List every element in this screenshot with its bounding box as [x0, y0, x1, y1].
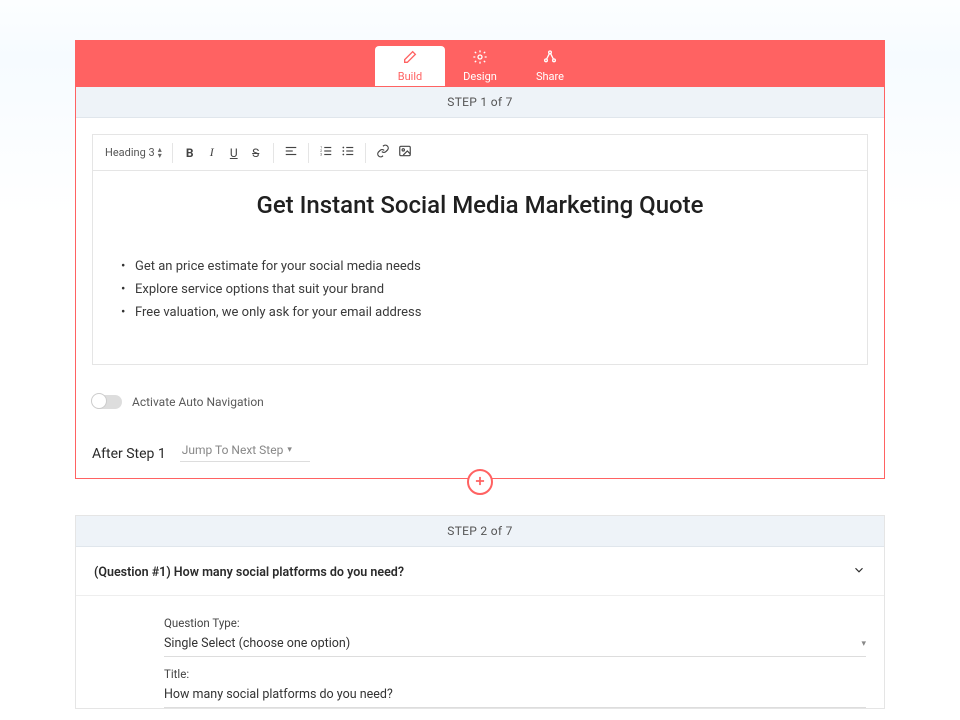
bold-button[interactable]: B — [179, 142, 201, 164]
bullet-list-icon — [341, 144, 355, 161]
editor-content[interactable]: Get Instant Social Media Marketing Quote… — [93, 171, 867, 364]
jump-dropdown-label: Jump To Next Step — [182, 443, 284, 457]
strike-button[interactable]: S — [245, 142, 267, 164]
question-body: Question Type: Single Select (choose one… — [76, 596, 884, 708]
list-item: Get an price estimate for your social me… — [121, 255, 839, 278]
svg-text:3: 3 — [320, 153, 322, 157]
step2-header: STEP 2 of 7 — [76, 516, 884, 547]
link-button[interactable] — [372, 142, 394, 164]
qtype-select[interactable]: Single Select (choose one option) ▾ — [164, 632, 866, 657]
ordered-list-icon: 123 — [319, 144, 333, 161]
plus-icon — [473, 473, 487, 492]
bullet-list-button[interactable] — [337, 142, 359, 164]
title-value: How many social platforms do you need? — [164, 687, 393, 702]
qtype-value: Single Select (choose one option) — [164, 636, 350, 651]
after-step-label: After Step 1 — [92, 446, 166, 462]
caret-updown-icon: ▴▾ — [158, 147, 162, 159]
title-input[interactable]: How many social platforms do you need? — [164, 683, 866, 708]
ordered-list-button[interactable]: 123 — [315, 142, 337, 164]
list-item: Free valuation, we only ask for your ema… — [121, 301, 839, 324]
auto-nav-toggle[interactable] — [92, 395, 122, 409]
tab-share[interactable]: Share — [515, 46, 585, 86]
italic-button[interactable]: I — [201, 142, 223, 164]
tab-build-label: Build — [398, 70, 422, 83]
share-icon — [542, 49, 558, 68]
separator — [308, 143, 309, 163]
rich-text-editor: Heading 3 ▴▾ B I U S 123 — [92, 134, 868, 365]
link-icon — [376, 144, 390, 161]
separator — [365, 143, 366, 163]
separator — [172, 143, 173, 163]
step1-header: STEP 1 of 7 — [76, 87, 884, 118]
chevron-down-icon — [852, 563, 866, 581]
underline-button[interactable]: U — [223, 142, 245, 164]
tab-share-label: Share — [536, 70, 564, 83]
auto-nav-row: Activate Auto Navigation — [76, 381, 884, 415]
image-button[interactable] — [394, 142, 416, 164]
top-tabs: Build Design Share — [75, 40, 885, 86]
step1-card: STEP 1 of 7 Heading 3 ▴▾ B I U S — [75, 86, 885, 479]
tab-design-label: Design — [463, 70, 497, 83]
align-left-icon — [284, 144, 298, 161]
title-label: Title: — [164, 667, 866, 681]
format-select-label: Heading 3 — [105, 146, 155, 159]
editor-toolbar: Heading 3 ▴▾ B I U S 123 — [93, 135, 867, 171]
caret-down-icon: ▾ — [287, 445, 292, 455]
format-select[interactable]: Heading 3 ▴▾ — [101, 143, 166, 162]
tab-build[interactable]: Build — [375, 46, 445, 86]
caret-down-icon: ▾ — [861, 639, 866, 649]
align-button[interactable] — [280, 142, 302, 164]
auto-nav-label: Activate Auto Navigation — [132, 395, 264, 409]
step2-card: STEP 2 of 7 (Question #1) How many socia… — [75, 515, 885, 709]
content-bullets: Get an price estimate for your social me… — [121, 255, 839, 324]
question-header-text: (Question #1) How many social platforms … — [94, 565, 404, 580]
list-item: Explore service options that suit your b… — [121, 278, 839, 301]
add-step-wrap — [75, 479, 885, 513]
gear-icon — [472, 49, 488, 68]
image-icon — [398, 144, 412, 161]
jump-dropdown[interactable]: Jump To Next Step ▾ — [180, 439, 310, 462]
add-step-button[interactable] — [467, 469, 493, 495]
edit-icon — [402, 49, 418, 68]
tab-design[interactable]: Design — [445, 46, 515, 86]
qtype-label: Question Type: — [164, 616, 866, 630]
content-title: Get Instant Social Media Marketing Quote — [121, 191, 839, 219]
separator — [273, 143, 274, 163]
question-header[interactable]: (Question #1) How many social platforms … — [76, 547, 884, 596]
